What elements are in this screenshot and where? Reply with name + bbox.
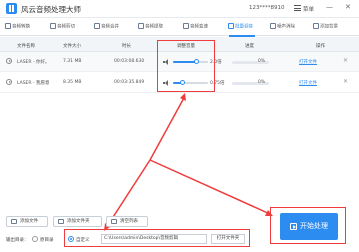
start-processing-button[interactable]: 开始处理 — [280, 213, 338, 240]
add-file-button[interactable]: 添加文件 — [6, 216, 48, 227]
clear-list-icon — [111, 219, 117, 224]
output-path-input[interactable]: C:\Users\admin\Desktop\音频剪辑 — [101, 234, 207, 244]
custom-dir-label: 自定义 — [76, 238, 90, 243]
output-dir-label: 输出目录： — [6, 238, 29, 243]
add-folder-icon — [58, 219, 64, 224]
clear-list-button[interactable]: 清空列表 — [106, 216, 148, 227]
start-label: 开始处理 — [300, 222, 328, 230]
clear-list-label: 清空列表 — [120, 219, 138, 224]
radio-custom-dir[interactable] — [68, 236, 74, 242]
app-window: 风云音频处理大师 123****8910 菜单 — ✕ 音频转换 音频剪切 音频… — [0, 0, 359, 252]
play-icon — [290, 223, 297, 230]
original-dir-label: 原目录 — [40, 238, 54, 243]
add-file-icon — [11, 219, 17, 224]
open-folder-button[interactable]: 打开文件夹 — [211, 234, 245, 244]
add-folder-button[interactable]: 添加文件夹 — [53, 216, 102, 227]
arrow-line-1 — [149, 95, 186, 161]
arrow-line-3 — [149, 159, 271, 215]
radio-original-dir[interactable] — [32, 236, 38, 242]
add-file-label: 添加文件 — [20, 219, 38, 224]
add-folder-label: 添加文件夹 — [67, 219, 90, 224]
